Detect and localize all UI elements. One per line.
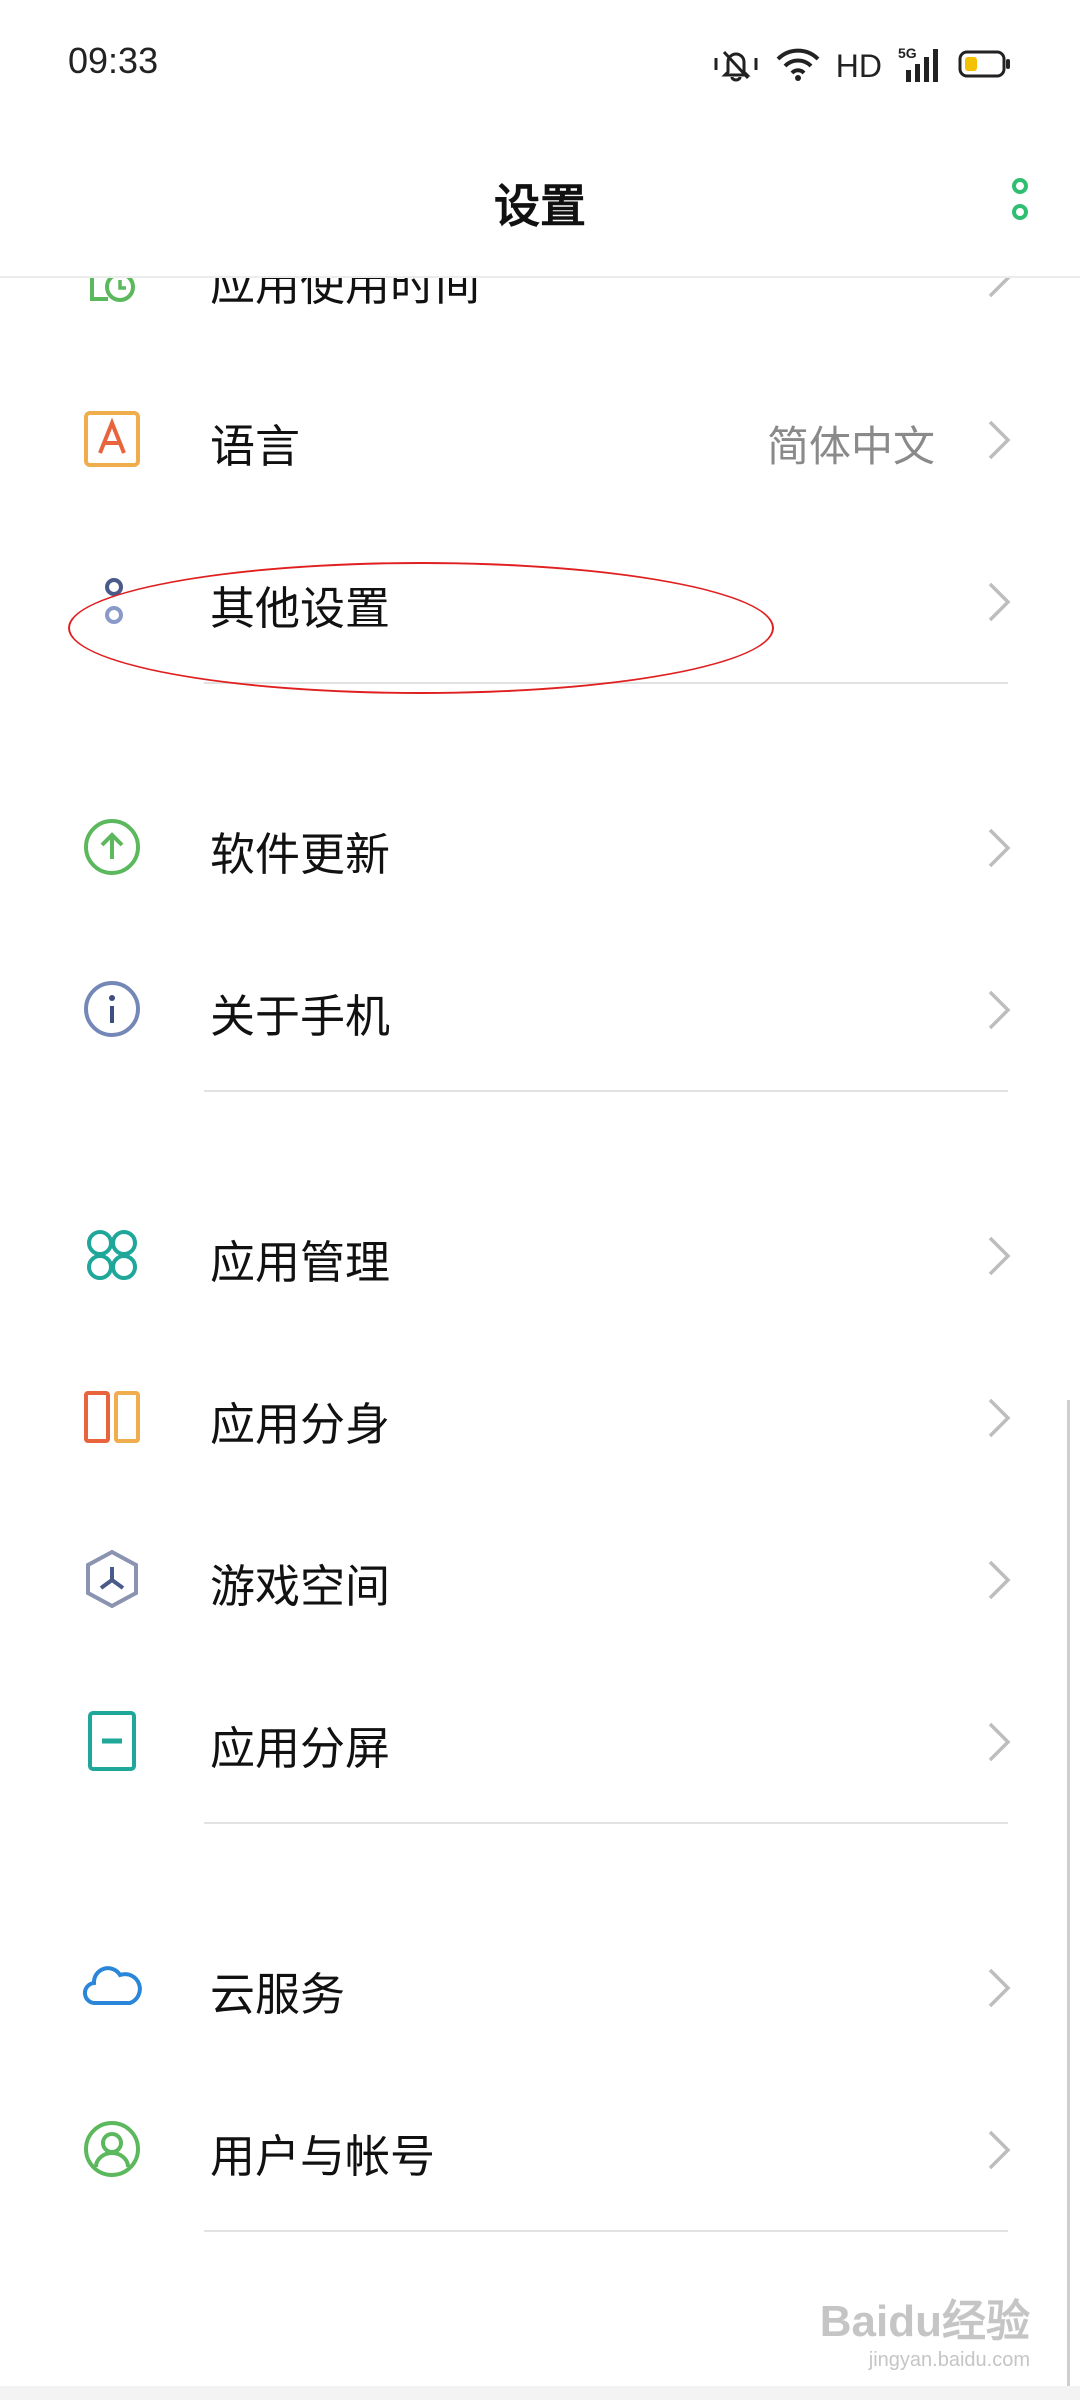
- settings-item-label: 应用分身: [210, 1398, 391, 1451]
- settings-item-app-management[interactable]: 应用管理: [0, 1174, 1080, 1336]
- bottom-strip: [0, 2386, 1080, 2400]
- hd-indicator: HD: [835, 47, 882, 84]
- settings-item-cloud-service[interactable]: 云服务: [0, 1906, 1080, 2068]
- mute-vibrate-icon: [712, 46, 760, 86]
- settings-item-other-settings[interactable]: 其他设置: [0, 520, 1080, 682]
- settings-item-user-account[interactable]: 用户与帐号: [0, 2068, 1080, 2230]
- status-bar: 09:33 HD 5G: [0, 0, 1080, 130]
- settings-item-screen-time[interactable]: 应用使用时间: [0, 278, 1080, 358]
- game-space-icon: [82, 1549, 142, 1609]
- settings-item-about-phone[interactable]: 关于手机: [0, 928, 1080, 1090]
- settings-item-value: 简体中文: [766, 422, 935, 471]
- settings-item-label: 应用使用时间: [210, 278, 481, 311]
- watermark: Baidu经验 jingyan.baidu.com: [820, 2285, 1030, 2372]
- about-phone-icon: [82, 979, 142, 1039]
- app-clone-icon: [82, 1387, 142, 1447]
- settings-item-label: 云服务: [210, 1968, 346, 2021]
- settings-item-language[interactable]: 语言 简体中文: [0, 358, 1080, 520]
- settings-item-label: 应用管理: [210, 1236, 391, 1289]
- chevron-right-icon: [986, 1234, 1012, 1278]
- settings-list: 应用使用时间 语言 简体中文 其他设置 软件更新 关于手机 应用管理 应用分身 …: [0, 278, 1080, 2314]
- network-type: 5G: [898, 45, 917, 61]
- settings-item-label: 其他设置: [210, 582, 391, 635]
- chevron-right-icon: [986, 580, 1012, 624]
- chevron-right-icon: [986, 2128, 1012, 2172]
- more-vertical-icon: [1012, 178, 1028, 220]
- wifi-icon: [776, 47, 820, 85]
- chevron-right-icon: [986, 278, 1012, 300]
- settings-item-software-update[interactable]: 软件更新: [0, 766, 1080, 928]
- app-management-icon: [82, 1225, 142, 1285]
- section-divider: [0, 1090, 1080, 1174]
- settings-item-label: 关于手机: [210, 990, 391, 1043]
- section-divider: [0, 1822, 1080, 1906]
- chevron-right-icon: [986, 1396, 1012, 1440]
- page-title: 设置: [494, 179, 586, 233]
- settings-content[interactable]: 应用使用时间 语言 简体中文 其他设置 软件更新 关于手机 应用管理 应用分身 …: [0, 278, 1080, 2400]
- chevron-right-icon: [986, 1558, 1012, 1602]
- status-time: 09:33: [68, 40, 159, 81]
- header: 设置: [0, 130, 1080, 278]
- split-screen-icon: [82, 1711, 142, 1771]
- status-icons: HD 5G: [712, 44, 1012, 88]
- more-button[interactable]: [1000, 172, 1040, 232]
- signal-icon: 5G: [898, 44, 942, 88]
- settings-item-label: 用户与帐号: [210, 2130, 436, 2183]
- chevron-right-icon: [986, 1966, 1012, 2010]
- scrollbar[interactable]: [1067, 1400, 1070, 2400]
- chevron-right-icon: [986, 1720, 1012, 1764]
- watermark-url: jingyan.baidu.com: [868, 2349, 1030, 2371]
- chevron-right-icon: [986, 418, 1012, 462]
- software-update-icon: [82, 817, 142, 877]
- settings-item-label: 软件更新: [210, 828, 391, 881]
- chevron-right-icon: [986, 826, 1012, 870]
- settings-item-game-space[interactable]: 游戏空间: [0, 1498, 1080, 1660]
- other-settings-icon: [82, 571, 142, 631]
- settings-item-label: 语言: [210, 420, 301, 473]
- watermark-logo: Baidu经验: [819, 2297, 1030, 2346]
- settings-item-label: 应用分屏: [210, 1722, 391, 1775]
- chevron-right-icon: [986, 988, 1012, 1032]
- screen-time-icon: [82, 278, 142, 307]
- cloud-service-icon: [82, 1957, 142, 2017]
- settings-item-app-clone[interactable]: 应用分身: [0, 1336, 1080, 1498]
- language-icon: [82, 409, 142, 469]
- section-divider: [0, 682, 1080, 766]
- settings-item-label: 游戏空间: [210, 1560, 391, 1613]
- battery-icon: [958, 49, 1012, 83]
- user-account-icon: [82, 2119, 142, 2179]
- settings-item-split-screen[interactable]: 应用分屏: [0, 1660, 1080, 1822]
